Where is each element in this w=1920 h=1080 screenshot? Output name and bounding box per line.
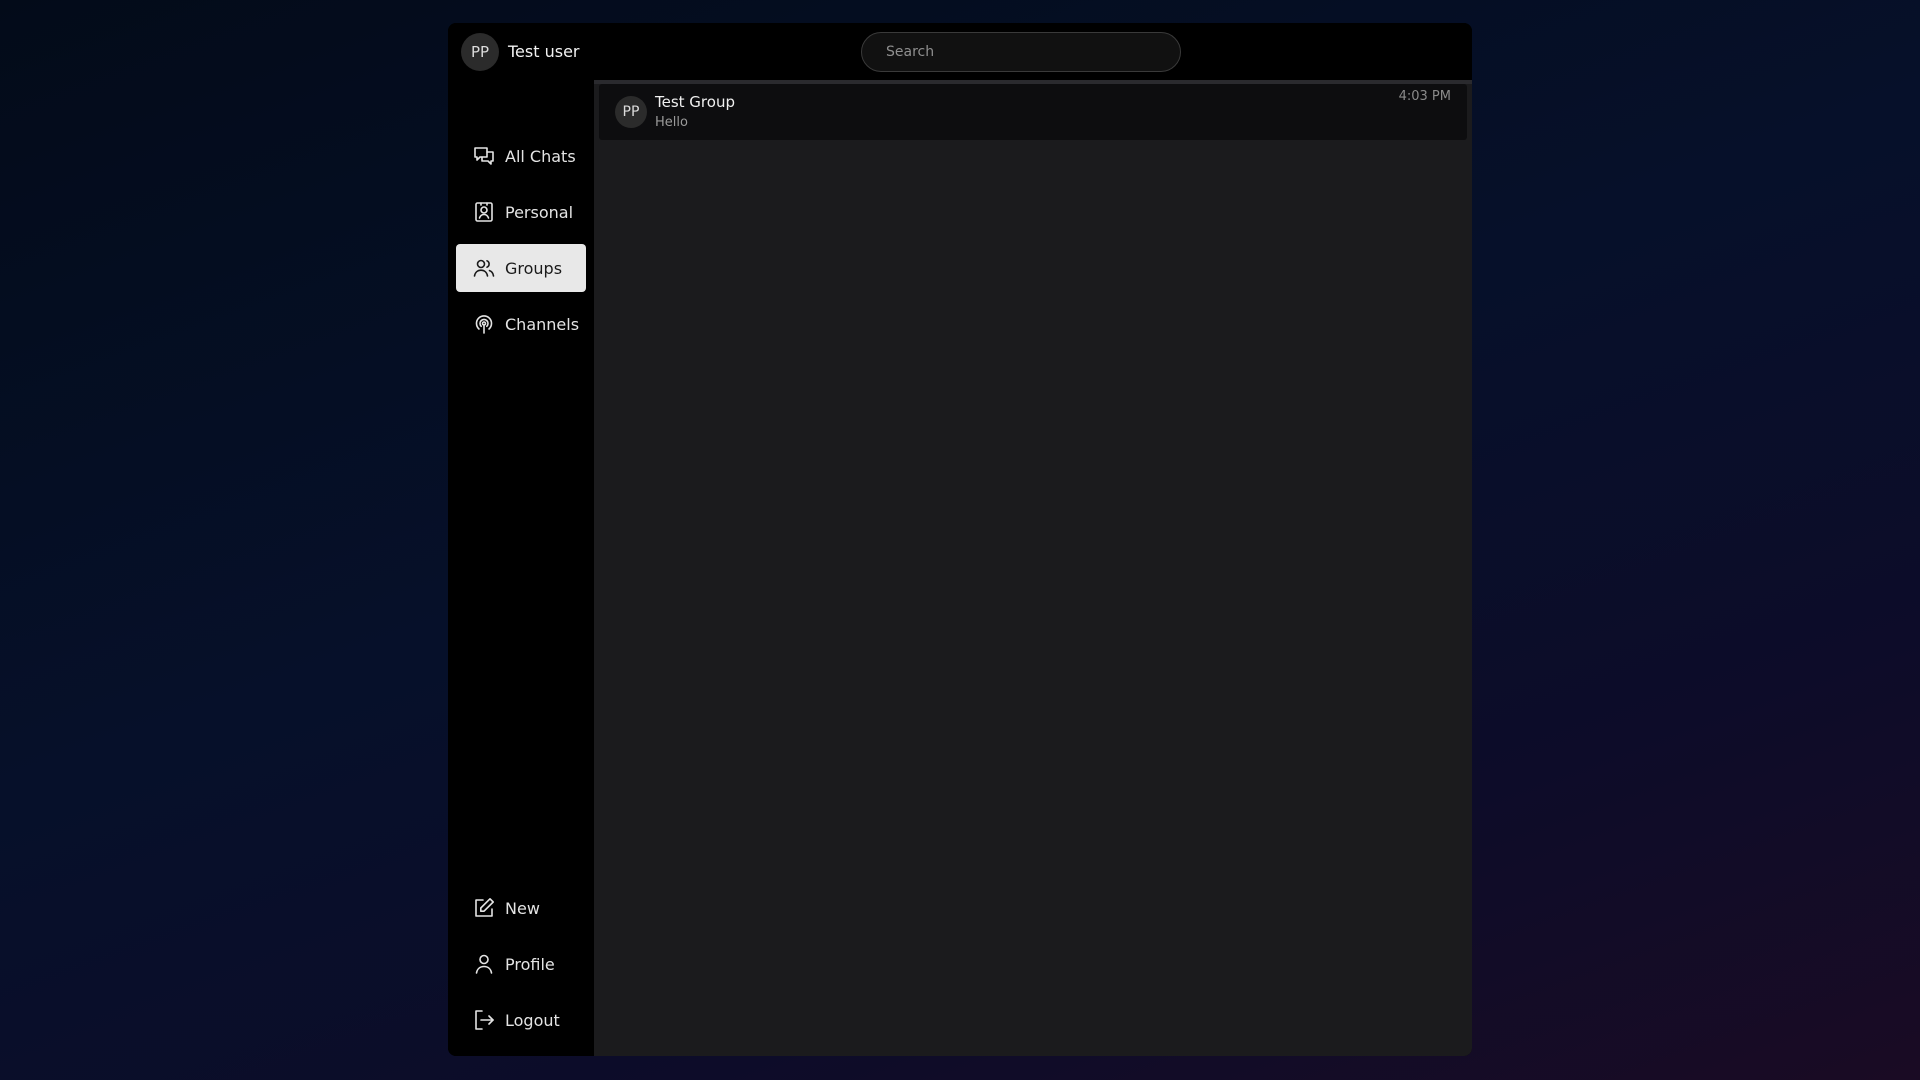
avatar: PP — [615, 96, 647, 128]
search-box — [861, 32, 1181, 72]
new-chat-button[interactable]: New — [456, 884, 586, 932]
sidebar-item-label: Logout — [505, 1010, 560, 1030]
chat-last-message: Hello — [655, 115, 688, 130]
sidebar-item-channels[interactable]: Channels — [456, 300, 586, 348]
user-icon — [472, 952, 496, 976]
chat-title: Test Group — [655, 93, 735, 111]
sidebar-item-all-chats[interactable]: All Chats — [456, 132, 586, 180]
sidebar-item-personal[interactable]: Personal — [456, 188, 586, 236]
sidebar-item-label: Profile — [505, 954, 555, 974]
sidebar-item-label: Personal — [505, 202, 574, 222]
users-icon — [472, 256, 496, 280]
chat-list-panel: PP Test Group Hello 4:03 PM — [594, 80, 1472, 1056]
contact-card-icon — [472, 200, 496, 224]
sidebar-item-groups[interactable]: Groups — [456, 244, 586, 292]
sidebar-item-label: New — [505, 898, 540, 918]
sidebar: All Chats Personal Groups Channels New P… — [448, 80, 594, 1056]
logout-icon — [472, 1008, 496, 1032]
search-input[interactable] — [862, 33, 1180, 71]
sidebar-item-label: Groups — [505, 258, 563, 278]
app-window: PP Test user All Chats — [448, 23, 1472, 1056]
edit-icon — [472, 896, 496, 920]
avatar[interactable]: PP — [461, 33, 499, 71]
profile-button[interactable]: Profile — [456, 940, 586, 988]
broadcast-icon — [472, 312, 496, 336]
chat-timestamp: 4:03 PM — [1398, 89, 1451, 104]
sidebar-item-label: Channels — [505, 314, 580, 334]
chats-icon — [472, 144, 496, 168]
logout-button[interactable]: Logout — [456, 996, 586, 1044]
sidebar-item-label: All Chats — [505, 146, 576, 166]
user-name: Test user — [508, 42, 580, 61]
top-bar: PP Test user — [448, 23, 1472, 80]
list-item[interactable]: PP Test Group Hello 4:03 PM — [599, 84, 1467, 140]
